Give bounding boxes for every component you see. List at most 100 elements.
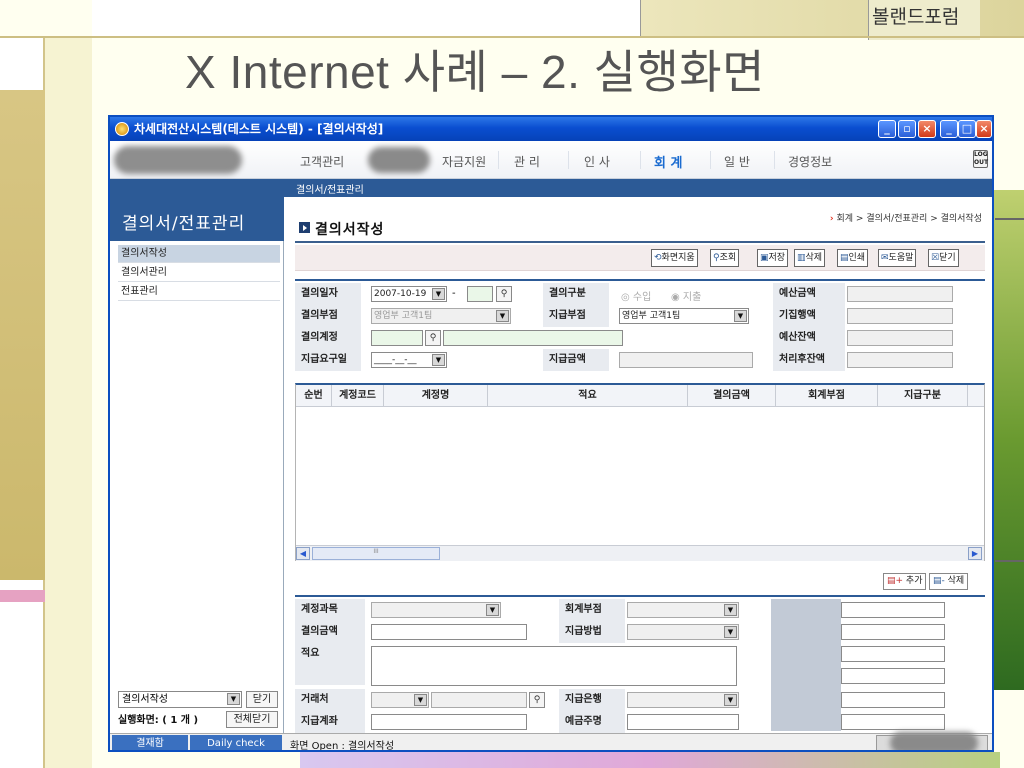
grid-col-account-code[interactable]: 계정코드 (332, 385, 384, 407)
accounting-dept-select[interactable]: ▼ (627, 602, 739, 618)
pay-dept-label: 지급부점 (543, 305, 609, 327)
pay-method-select[interactable]: ▼ (627, 624, 739, 640)
chevron-down-icon[interactable]: ▼ (414, 694, 427, 706)
chevron-down-icon[interactable]: ▼ (724, 604, 737, 616)
print-button[interactable]: ▤인쇄 (837, 249, 869, 267)
horizontal-scrollbar[interactable]: ◀ III ▶ (296, 545, 984, 561)
chevron-down-icon[interactable]: ▼ (227, 693, 240, 705)
extra-field-3[interactable] (841, 646, 945, 662)
menu-customer[interactable]: 고객관리 (300, 153, 344, 170)
search-icon[interactable]: ⚲ (425, 330, 441, 346)
due-date-input[interactable]: ____-__-__ ▼ (371, 352, 447, 368)
pay-bank-select[interactable]: ▼ (627, 692, 739, 708)
sidebar-item-write[interactable]: 결의서작성 (118, 245, 280, 263)
sidebar-item-voucher[interactable]: 전표관리 (118, 283, 280, 301)
radio-expense[interactable]: ◉ 지출 (671, 288, 701, 303)
add-row-label: 추가 (905, 576, 923, 586)
grid-col-seq[interactable]: 순번 (296, 385, 332, 407)
search-button[interactable]: ⚲조회 (710, 249, 740, 267)
app-maximize-button[interactable]: □ (958, 120, 976, 138)
dept-select[interactable]: 영업부 고객1팀 ▼ (371, 308, 511, 324)
pay-amount-label: 지급금액 (543, 349, 609, 371)
close-button[interactable]: ☒닫기 (928, 249, 959, 267)
grid-col-summary[interactable]: 적요 (488, 385, 688, 407)
budget-amount-field[interactable] (847, 286, 953, 302)
budget-remain-field[interactable] (847, 330, 953, 346)
scroll-left-icon[interactable]: ◀ (296, 547, 310, 560)
menu-hr[interactable]: 인 사 (584, 153, 610, 170)
menu-business-info[interactable]: 경영정보 (788, 153, 832, 170)
search-icon[interactable]: ⚲ (496, 286, 512, 302)
help-icon: ✉ (881, 253, 889, 263)
account-name-input[interactable] (443, 330, 623, 346)
toolbar-label: 저장 (768, 253, 786, 263)
subnav-path[interactable]: 결의서/전표관리 (296, 181, 364, 196)
executed-amount-field[interactable] (847, 308, 953, 324)
pay-dept-select[interactable]: 영업부 고객1팀 ▼ (619, 308, 749, 324)
screen-select[interactable]: 결의서작성 ▼ (118, 691, 242, 708)
app-minimize-button[interactable]: _ (940, 120, 958, 138)
date-label: 결의일자 (295, 283, 361, 305)
extra-field-4[interactable] (841, 668, 945, 684)
account-code-input[interactable] (371, 330, 423, 346)
menu-general[interactable]: 일 반 (724, 153, 750, 170)
delete-row-icon: ▤- (933, 576, 945, 586)
slide-divider-line (995, 218, 1024, 220)
add-row-button[interactable]: ▤+ 추가 (883, 573, 927, 590)
chevron-down-icon[interactable]: ▼ (496, 310, 509, 322)
delete-row-button[interactable]: ▤- 삭제 (929, 573, 969, 590)
extra-field-6[interactable] (841, 714, 945, 730)
pay-account-input[interactable] (371, 714, 527, 730)
menu-fund-support[interactable]: 자금지원 (442, 153, 486, 170)
help-button[interactable]: ✉도움말 (878, 249, 917, 267)
menu-accounting[interactable]: 회 계 (654, 152, 682, 171)
grid-col-pay-type[interactable]: 지급구분 (878, 385, 968, 407)
client-select[interactable]: ▼ (371, 692, 429, 708)
grid-col-account-name[interactable]: 계정명 (384, 385, 488, 407)
extra-field-1[interactable] (841, 602, 945, 618)
client-label: 거래처 (295, 689, 365, 711)
chevron-down-icon[interactable]: ▼ (724, 626, 737, 638)
app-close-button[interactable]: × (976, 120, 992, 138)
due-date-value: ____-__-__ (374, 355, 417, 365)
scroll-thumb[interactable]: III (312, 547, 440, 560)
chevron-down-icon[interactable]: ▼ (734, 310, 747, 322)
date-input[interactable]: 2007-10-19 ▼ (371, 286, 447, 302)
amount-input[interactable] (371, 624, 527, 640)
extra-field-5[interactable] (841, 692, 945, 708)
breadcrumb-text[interactable]: 회계 > 결의서/전표관리 > 결의서작성 (837, 214, 982, 224)
search-icon[interactable]: ⚲ (529, 692, 545, 708)
chevron-down-icon[interactable]: ▼ (432, 354, 445, 366)
extra-field-2[interactable] (841, 624, 945, 640)
date-seq-input[interactable] (467, 286, 493, 302)
sidebar-item-manage[interactable]: 결의서관리 (118, 264, 280, 282)
scroll-right-icon[interactable]: ▶ (968, 547, 982, 560)
grid-col-amount[interactable]: 결의금액 (688, 385, 776, 407)
depositor-input[interactable] (627, 714, 739, 730)
after-remain-field[interactable] (847, 352, 953, 368)
due-date-label: 지급요구일 (295, 349, 361, 371)
save-button[interactable]: ▣저장 (757, 249, 789, 267)
clear-screen-button[interactable]: ⟲화면지움 (651, 249, 698, 267)
chevron-down-icon[interactable]: ▼ (432, 288, 445, 300)
daily-check-button[interactable]: Daily check (190, 735, 282, 750)
summary-textarea[interactable] (371, 646, 737, 686)
chevron-down-icon[interactable]: ▼ (724, 694, 737, 706)
close-child-button[interactable]: × (918, 120, 936, 138)
dept-value: 영업부 고객1팀 (374, 311, 433, 321)
minimize-button[interactable]: _ (878, 120, 896, 138)
logout-button[interactable]: LOG OUT (973, 150, 988, 168)
radio-income[interactable]: ◎ 수입 (621, 288, 651, 303)
menu-management[interactable]: 관 리 (514, 153, 540, 170)
restore-button[interactable]: ▫ (898, 120, 916, 138)
client-name-field[interactable] (431, 692, 527, 708)
account-subject-select[interactable]: ▼ (371, 602, 501, 618)
close-all-button[interactable]: 전체닫기 (226, 711, 278, 728)
approval-box-button[interactable]: 결재함 (112, 735, 188, 750)
toolbar-label: 도움말 (888, 253, 914, 263)
delete-button[interactable]: ▥삭제 (794, 249, 826, 267)
chevron-down-icon[interactable]: ▼ (486, 604, 499, 616)
pay-amount-field[interactable] (619, 352, 753, 368)
grid-col-accounting-dept[interactable]: 회계부점 (776, 385, 878, 407)
close-screen-button[interactable]: 닫기 (246, 691, 278, 708)
